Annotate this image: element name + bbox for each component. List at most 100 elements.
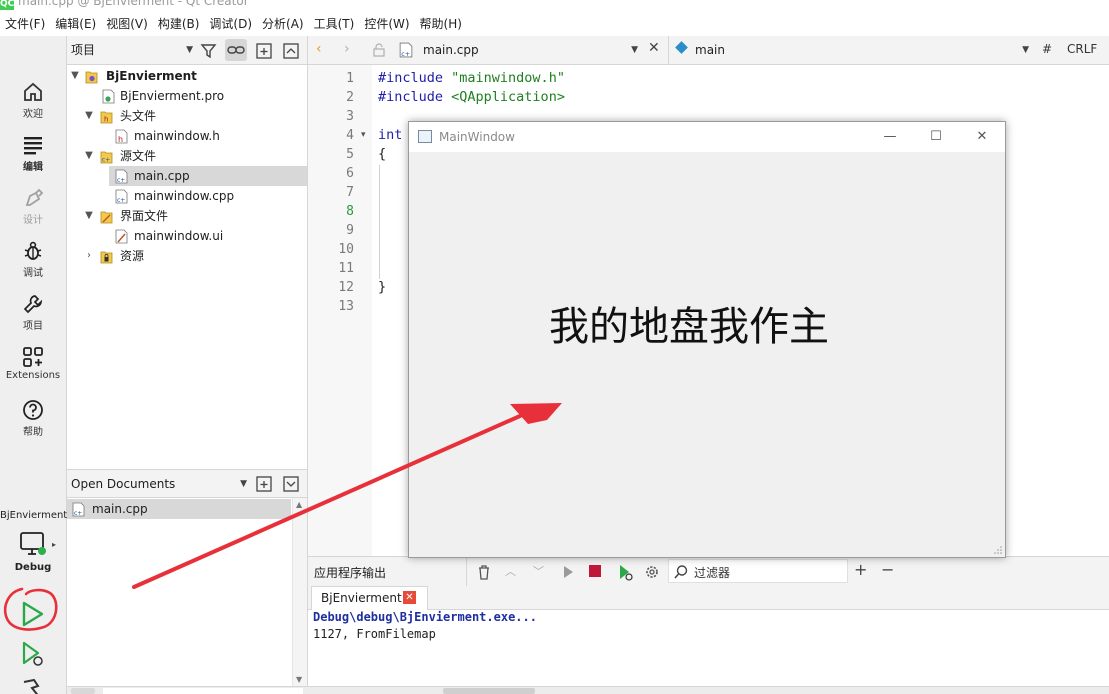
menu-widgets[interactable]: 控件(W)	[359, 12, 414, 36]
menu-edit[interactable]: 编辑(E)	[50, 12, 101, 36]
output-tab[interactable]: BjEnvierment ✕	[311, 586, 428, 610]
build-button[interactable]	[12, 676, 52, 694]
settings-gear-icon[interactable]	[644, 563, 660, 581]
menu-debug[interactable]: 调试(D)	[204, 12, 257, 36]
open-documents-scrollbar[interactable]: ▲ ▼	[292, 498, 307, 686]
lock-icon[interactable]	[372, 43, 386, 57]
tree-item-main-cpp[interactable]: c+ main.cpp	[109, 166, 307, 186]
split-add-icon[interactable]	[253, 473, 275, 495]
tree-item-forms[interactable]: ▼ 界面文件	[67, 206, 307, 226]
forward-arrow-icon[interactable]: ›	[344, 41, 350, 57]
close-document-icon[interactable]: ✕	[648, 40, 660, 56]
expand-arrow-icon[interactable]: ▼	[70, 66, 80, 86]
close-tab-icon[interactable]: ✕	[403, 591, 416, 604]
mode-help[interactable]: 帮助	[0, 392, 66, 444]
attach-debugger-icon[interactable]	[617, 563, 633, 581]
expand-arrow-icon[interactable]: ▼	[84, 106, 94, 126]
open-document-item[interactable]: c+ main.cpp	[67, 499, 291, 519]
menu-tools[interactable]: 工具(T)	[309, 12, 360, 36]
mode-bar: 欢迎 编辑 设计 调试 项目 Extensions 帮助 BjEnviermen…	[0, 36, 67, 694]
tree-item-pro[interactable]: BjEnvierment.pro	[67, 86, 307, 106]
scroll-down-icon[interactable]: ▼	[296, 675, 302, 684]
add-output-button[interactable]: +	[854, 560, 867, 579]
minimize-button[interactable]: —	[867, 122, 913, 152]
back-arrow-icon[interactable]: ‹	[316, 41, 322, 57]
tree-item-project[interactable]: ▼ BjEnvierment	[67, 66, 307, 86]
resize-grip-icon[interactable]	[993, 545, 1003, 555]
collapsed-arrow-icon[interactable]: ›	[84, 246, 94, 266]
filter-icon[interactable]	[198, 40, 220, 62]
collapse-pane-icon[interactable]	[280, 40, 302, 62]
mode-debug-label: 调试	[23, 268, 43, 279]
title-bar: QC main.cpp @ BjEnvierment - Qt Creator	[0, 0, 1109, 12]
run-button[interactable]	[12, 596, 52, 632]
tree-label: mainwindow.cpp	[134, 189, 235, 203]
line-number: 6	[346, 166, 354, 181]
tree-label: 资源	[120, 249, 145, 263]
tree-item-mainwindow-ui[interactable]: mainwindow.ui	[67, 226, 307, 246]
kit-selector[interactable]: ▸ Debug	[0, 526, 66, 574]
header-folder-icon: h	[100, 111, 113, 124]
next-item-icon[interactable]: ﹀	[533, 563, 544, 579]
tree-item-sources[interactable]: ▼ c+ 源文件	[67, 146, 307, 166]
cpp-file-icon: c+	[399, 42, 413, 58]
previous-item-icon[interactable]: ︿	[505, 563, 516, 579]
code-line-1: #include "mainwindow.h"	[378, 70, 565, 86]
open-documents-selector[interactable]: Open Documents ▼	[71, 473, 247, 495]
output-tabs: BjEnvierment ✕	[307, 586, 1109, 610]
mode-edit[interactable]: 编辑	[0, 127, 66, 179]
debug-run-button[interactable]	[12, 638, 52, 670]
play-icon	[22, 601, 44, 627]
document-selector[interactable]: main.cpp ▼	[423, 39, 638, 61]
app-main-window[interactable]: MainWindow — ☐ ✕ 我的地盘我作主	[408, 121, 1006, 558]
sync-editor-button[interactable]	[225, 39, 247, 61]
code-line-2: #include <QApplication>	[378, 89, 565, 105]
symbol-selector[interactable]: main ▼	[695, 39, 1029, 61]
tree-item-mainwindow-cpp[interactable]: c+ mainwindow.cpp	[67, 186, 307, 206]
maximize-button[interactable]: ☐	[913, 122, 959, 152]
hammer-icon	[23, 678, 40, 694]
symbol-icon	[675, 41, 688, 54]
filter-input[interactable]: 过滤器	[668, 559, 848, 583]
mode-projects[interactable]: 项目	[0, 286, 66, 338]
project-pane-header: 项目 ▼	[67, 36, 307, 65]
pro-file-icon	[102, 89, 115, 104]
tree-label: 源文件	[120, 149, 157, 163]
menu-view[interactable]: 视图(V)	[101, 12, 153, 36]
chevron-down-icon: ▼	[631, 45, 638, 55]
mode-debug[interactable]: 调试	[0, 233, 66, 285]
fold-marker-icon[interactable]: ▾	[361, 130, 366, 140]
menu-help[interactable]: 帮助(H)	[415, 12, 467, 36]
tree-item-headers[interactable]: ▼ h 头文件	[67, 106, 307, 126]
menu-build[interactable]: 构建(B)	[153, 12, 205, 36]
header-file-icon: h	[115, 129, 128, 144]
expand-arrow-icon[interactable]: ▼	[84, 146, 94, 166]
line-number: 3	[346, 109, 354, 124]
close-button[interactable]: ✕	[959, 122, 1005, 152]
stop-icon[interactable]	[589, 565, 601, 577]
line-ending-selector[interactable]: CRLF	[1067, 42, 1097, 56]
play-debug-icon	[22, 641, 43, 666]
design-icon	[25, 188, 44, 206]
split-add-icon[interactable]	[253, 40, 275, 62]
open-document-label: main.cpp	[92, 502, 148, 516]
menu-file[interactable]: 文件(F)	[0, 12, 50, 36]
scroll-up-icon[interactable]: ▲	[296, 500, 302, 509]
tree-item-resources[interactable]: › 资源	[67, 246, 307, 266]
hash-button[interactable]: #	[1042, 42, 1052, 56]
menu-analyze[interactable]: 分析(A)	[257, 12, 309, 36]
expand-arrow-icon[interactable]: ▼	[84, 206, 94, 226]
tree-item-mainwindow-h[interactable]: h mainwindow.h	[67, 126, 307, 146]
mode-extensions[interactable]: Extensions	[0, 339, 66, 391]
line-number: 2	[346, 90, 354, 105]
rerun-play-icon[interactable]	[561, 564, 575, 580]
document-selector-value: main.cpp	[423, 43, 479, 57]
collapse-pane-icon[interactable]	[280, 473, 302, 495]
remove-output-button[interactable]: −	[881, 560, 894, 579]
view-selector[interactable]: 项目 ▼	[71, 39, 193, 61]
monitor-icon	[20, 532, 46, 555]
clear-trash-icon[interactable]	[476, 563, 492, 581]
app-window-titlebar[interactable]: MainWindow — ☐ ✕	[409, 122, 1005, 152]
mode-welcome[interactable]: 欢迎	[0, 74, 66, 126]
mode-design[interactable]: 设计	[0, 180, 66, 232]
